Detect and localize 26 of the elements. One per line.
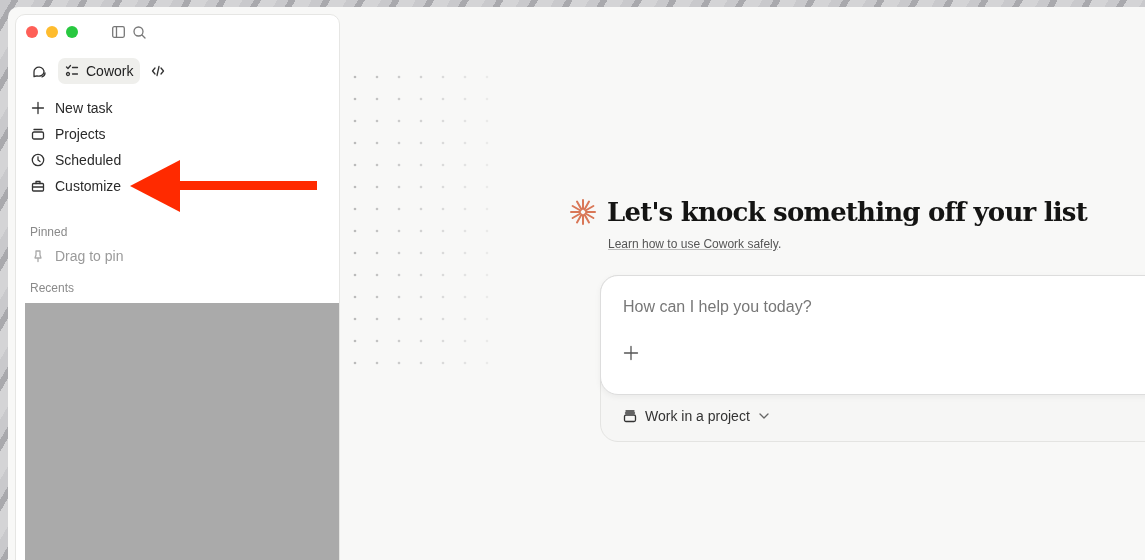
page-heading: Let's knock something off your list (607, 197, 1087, 227)
section-label: Pinned (29, 224, 69, 241)
pin-icon (31, 249, 45, 263)
sidebar-toggle-icon[interactable] (112, 26, 125, 38)
mode-tab[interactable]: Cowork (58, 58, 141, 84)
tray-icon (623, 409, 637, 423)
prompt-input[interactable]: How can I help you today? (621, 297, 1145, 317)
close-window-button[interactable] (26, 26, 38, 38)
learn-link[interactable]: Learn how to use Cowork safely (608, 237, 778, 251)
nav-item[interactable]: Customize (25, 173, 126, 199)
asterisk-logo-icon (569, 198, 597, 226)
nav-item[interactable]: Projects (25, 121, 110, 147)
clock-icon (31, 153, 45, 167)
code-icon (151, 64, 166, 78)
nav-item[interactable]: New task (25, 95, 117, 121)
pin-hint: Drag to pin (55, 248, 124, 264)
add-button[interactable] (621, 343, 641, 363)
safety-note: Learn how to use Cowork safely. (608, 237, 783, 251)
project-button[interactable]: Work in a project (623, 408, 770, 424)
plus-icon (31, 101, 45, 115)
tray-icon (31, 127, 45, 141)
nav-item[interactable]: Scheduled (25, 147, 126, 173)
search-icon[interactable] (133, 25, 146, 39)
section-label: Recents (29, 280, 76, 297)
checklist-icon (65, 64, 79, 78)
briefcase-icon (31, 179, 45, 193)
